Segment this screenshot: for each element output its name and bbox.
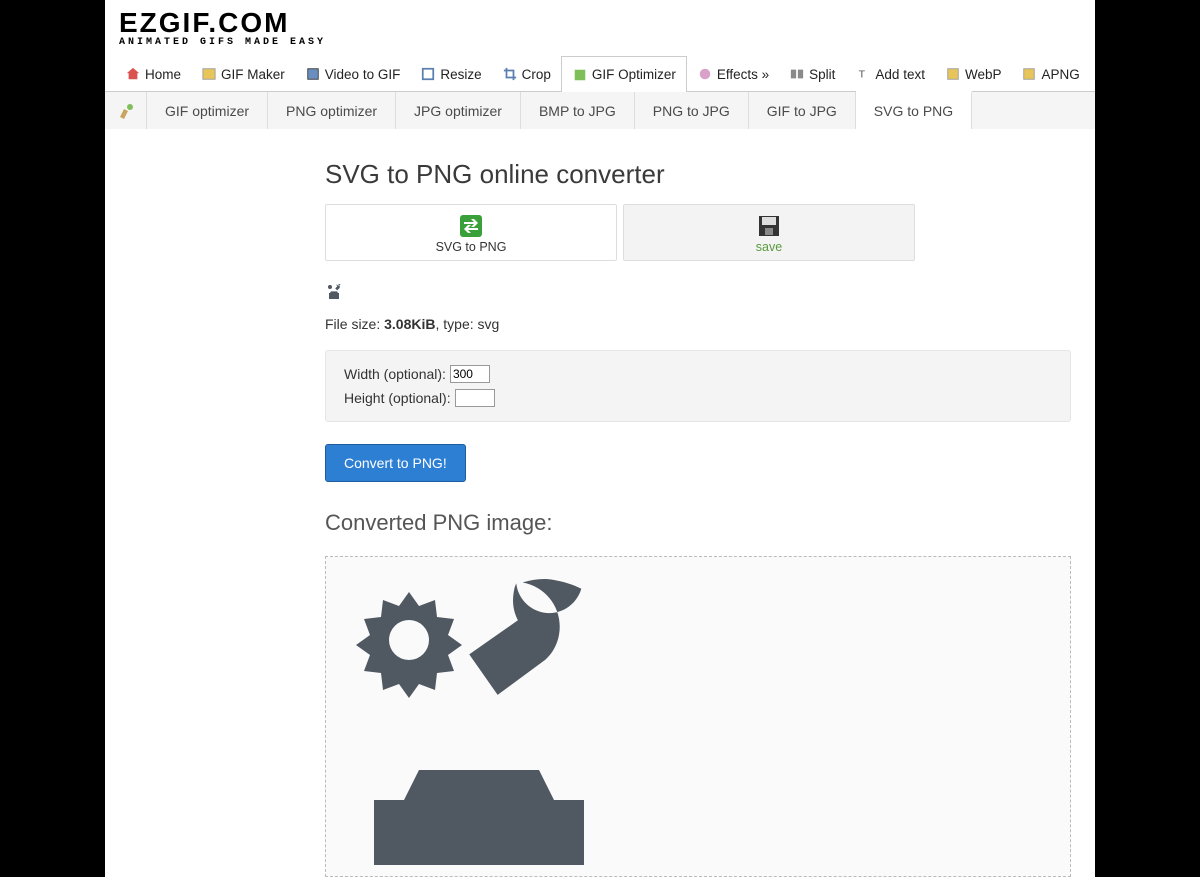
nav-webp-label: WebP	[965, 67, 1002, 82]
nav-webp[interactable]: WebP	[935, 56, 1012, 92]
nav-gif-maker-label: GIF Maker	[221, 67, 285, 82]
brush-icon	[116, 101, 136, 121]
action-save[interactable]: save	[623, 204, 915, 261]
result-image-box	[325, 556, 1071, 877]
subnav-jpg-optimizer[interactable]: JPG optimizer	[396, 92, 521, 129]
nav-effects[interactable]: Effects »	[687, 56, 779, 92]
logo-main-text: EZGIF.COM	[119, 10, 1095, 35]
nav-gif-optimizer-label: GIF Optimizer	[592, 67, 676, 82]
film-icon	[305, 66, 321, 82]
nav-crop-label: Crop	[522, 67, 551, 82]
save-icon	[756, 213, 782, 239]
action-save-label: save	[756, 240, 782, 254]
nav-add-text-label: Add text	[875, 67, 925, 82]
palette-icon	[697, 66, 713, 82]
main-nav: Home GIF Maker Video to GIF Resize Crop …	[115, 56, 1095, 92]
convert-button[interactable]: Convert to PNG!	[325, 444, 466, 482]
nav-split-label: Split	[809, 67, 835, 82]
nav-effects-label: Effects »	[717, 67, 769, 82]
webp-icon	[945, 66, 961, 82]
subnav-bmp-to-jpg[interactable]: BMP to JPG	[521, 92, 635, 129]
nav-crop[interactable]: Crop	[492, 56, 561, 92]
options-panel: Width (optional): Height (optional):	[325, 350, 1071, 422]
height-input[interactable]	[455, 389, 495, 407]
action-row: SVG to PNG save	[325, 204, 1071, 261]
nav-apng[interactable]: APNG	[1011, 56, 1089, 92]
nav-resize-label: Resize	[440, 67, 481, 82]
resize-icon	[420, 66, 436, 82]
action-svg-to-png-label: SVG to PNG	[436, 240, 507, 254]
sub-nav: GIF optimizer PNG optimizer JPG optimize…	[105, 91, 1095, 129]
svg-text:T: T	[859, 69, 866, 81]
action-svg-to-png[interactable]: SVG to PNG	[325, 204, 617, 261]
file-size-label: File size:	[325, 316, 384, 332]
nav-add-text[interactable]: T Add text	[845, 56, 935, 92]
crop-icon	[502, 66, 518, 82]
subnav-gif-to-jpg[interactable]: GIF to JPG	[749, 92, 856, 129]
page-title: SVG to PNG online converter	[325, 159, 1071, 190]
convert-arrows-icon	[458, 213, 484, 239]
height-label: Height (optional):	[344, 390, 451, 406]
logo-subtitle: ANIMATED GIFS MADE EASY	[119, 37, 1095, 48]
text-icon: T	[855, 66, 871, 82]
nav-video-to-gif[interactable]: Video to GIF	[295, 56, 411, 92]
subnav-gif-optimizer[interactable]: GIF optimizer	[147, 92, 268, 129]
width-input[interactable]	[450, 365, 490, 383]
picture-icon	[201, 66, 217, 82]
file-info: File size: 3.08KiB, type: svg	[325, 316, 1071, 332]
logo[interactable]: EZGIF.COM ANIMATED GIFS MADE EASY	[105, 0, 1095, 56]
tools-thumb-icon	[325, 281, 345, 301]
nav-gif-maker[interactable]: GIF Maker	[191, 56, 295, 92]
source-thumbnail	[325, 281, 1071, 304]
subnav-png-to-jpg[interactable]: PNG to JPG	[635, 92, 749, 129]
nav-gif-optimizer[interactable]: GIF Optimizer	[561, 56, 687, 92]
subnav-svg-to-png[interactable]: SVG to PNG	[856, 91, 972, 129]
apng-icon	[1021, 66, 1037, 82]
file-type-value: svg	[478, 316, 500, 332]
nav-home-label: Home	[145, 67, 181, 82]
nav-home[interactable]: Home	[115, 56, 191, 92]
file-type-label: , type:	[435, 316, 477, 332]
result-image	[334, 565, 634, 865]
nav-video-to-gif-label: Video to GIF	[325, 67, 401, 82]
result-title: Converted PNG image:	[325, 510, 1071, 536]
file-size-value: 3.08KiB	[384, 316, 435, 332]
nav-apng-label: APNG	[1041, 67, 1079, 82]
sub-nav-icon[interactable]	[105, 92, 147, 129]
optimize-icon	[572, 67, 588, 83]
split-icon	[789, 66, 805, 82]
nav-resize[interactable]: Resize	[410, 56, 491, 92]
nav-split[interactable]: Split	[779, 56, 845, 92]
subnav-png-optimizer[interactable]: PNG optimizer	[268, 92, 396, 129]
home-icon	[125, 66, 141, 82]
width-label: Width (optional):	[344, 366, 446, 382]
